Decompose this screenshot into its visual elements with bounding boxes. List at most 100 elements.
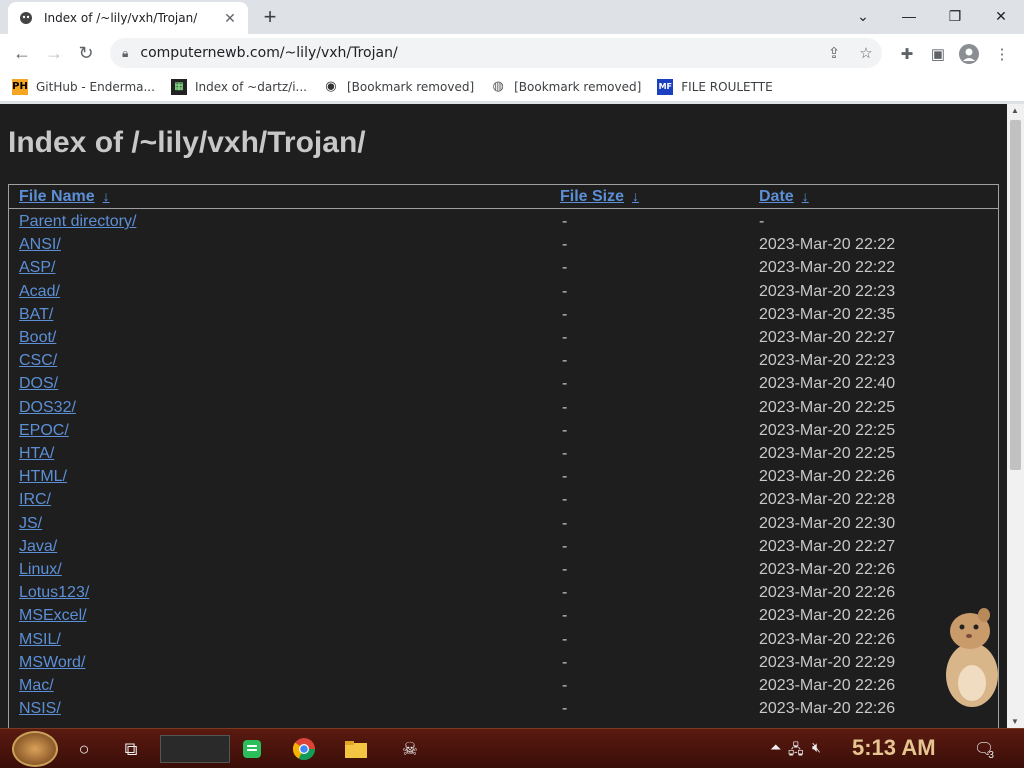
task-view-icon[interactable]: ⧉ [117, 735, 145, 763]
bookmark-item[interactable]: PH GitHub - Enderma... [12, 78, 155, 95]
file-date: 2023-Mar-20 22:28 [759, 491, 896, 509]
taskbar-clock[interactable]: 5:13 AM [852, 735, 936, 761]
column-header-date[interactable]: Date ↓ [759, 188, 809, 206]
new-tab-button[interactable]: + [258, 6, 282, 30]
file-date: 2023-Mar-20 22:26 [759, 630, 896, 648]
reload-button[interactable]: ↻ [72, 39, 100, 67]
column-header-size[interactable]: File Size ↓ [560, 188, 639, 206]
bookmark-item[interactable]: MF FILE ROULETTE [657, 78, 773, 95]
file-name-link[interactable]: EPOC/ [19, 422, 69, 440]
file-name-link[interactable]: MSWord/ [19, 654, 85, 672]
file-name-link[interactable]: CSC/ [19, 352, 57, 370]
table-row: CSC/ - 2023-Mar-20 22:23 [9, 352, 998, 375]
network-icon[interactable]: 🖧︎ [788, 739, 804, 763]
file-name-link[interactable]: ANSI/ [19, 236, 61, 254]
notification-center-icon[interactable]: 🗨︎3 [974, 739, 1000, 761]
share-icon[interactable]: ⇪ [818, 44, 850, 62]
file-date: 2023-Mar-20 22:30 [759, 514, 896, 532]
file-name-link[interactable]: DOS32/ [19, 399, 76, 417]
file-date: 2023-Mar-20 22:23 [759, 282, 896, 300]
file-date: 2023-Mar-20 22:40 [759, 375, 896, 393]
taskbar-search-box[interactable] [160, 735, 230, 763]
bookmark-star-icon[interactable]: ☆ [850, 44, 882, 62]
file-name-link[interactable]: BAT/ [19, 306, 53, 324]
file-name-link[interactable]: Boot/ [19, 329, 56, 347]
bookmark-item[interactable]: ▦ Index of ~dartz/i... [170, 78, 307, 95]
chrome-icon[interactable] [290, 735, 318, 763]
volume-muted-icon[interactable]: 🔇︎ [812, 739, 821, 756]
table-row: Mac/ - 2023-Mar-20 22:26 [9, 677, 998, 700]
file-size: - [562, 398, 568, 416]
bookmark-label: [Bookmark removed] [346, 79, 475, 94]
file-name-link[interactable]: IRC/ [19, 491, 51, 509]
file-date: 2023-Mar-20 22:27 [759, 537, 896, 555]
extensions-icon[interactable]: ✚ [896, 43, 918, 65]
file-name-link[interactable]: HTA/ [19, 445, 54, 463]
hamster-image [946, 608, 998, 707]
file-name-link[interactable]: Lotus123/ [19, 584, 89, 602]
bookmark-item[interactable]: ◍ [Bookmark removed] [490, 79, 641, 95]
cortana-circle-icon[interactable]: ○ [70, 735, 98, 763]
close-window-button[interactable]: ✕ [978, 0, 1024, 32]
table-row: JS/ - 2023-Mar-20 22:30 [9, 515, 998, 538]
file-name-link[interactable]: MSExcel/ [19, 607, 87, 625]
vertical-scrollbar[interactable]: ▲ ▼ [1007, 104, 1024, 728]
back-button[interactable]: ← [8, 39, 36, 67]
file-name-link[interactable]: ASP/ [19, 259, 55, 277]
table-row: EPOC/ - 2023-Mar-20 22:25 [9, 422, 998, 445]
table-row: DOS/ - 2023-Mar-20 22:40 [9, 375, 998, 398]
tab-close-icon[interactable]: ✕ [222, 10, 238, 27]
scroll-down-icon[interactable]: ▼ [1011, 717, 1019, 726]
file-name-link[interactable]: Parent directory/ [19, 213, 136, 231]
scroll-up-icon[interactable]: ▲ [1011, 106, 1019, 115]
file-size: - [562, 352, 568, 370]
column-header-name[interactable]: File Name ↓ [19, 188, 110, 206]
file-date: - [759, 213, 765, 230]
start-button[interactable] [12, 731, 58, 767]
file-name-link[interactable]: JS/ [19, 515, 42, 533]
notes-app-icon[interactable] [238, 735, 266, 763]
table-row: MSWord/ - 2023-Mar-20 22:29 [9, 654, 998, 677]
profile-avatar-icon[interactable] [958, 43, 980, 65]
bookmark-item[interactable]: ◉ [Bookmark removed] [323, 79, 474, 95]
file-name-link[interactable]: Mac/ [19, 677, 54, 695]
file-name-link[interactable]: Java/ [19, 538, 57, 556]
file-name-link[interactable]: NSIS/ [19, 700, 61, 718]
file-name-link[interactable]: MSIL/ [19, 631, 61, 649]
menu-kebab-icon[interactable]: ⋮ [991, 43, 1013, 65]
table-row: ASP/ - 2023-Mar-20 22:22 [9, 259, 998, 282]
file-size: - [562, 468, 568, 486]
file-name-link[interactable]: Linux/ [19, 561, 62, 579]
bookmark-favicon-icon: ◉ [325, 79, 337, 94]
bookmark-label: Index of ~dartz/i... [194, 79, 307, 94]
file-size: - [562, 607, 568, 625]
file-size: - [562, 329, 568, 346]
tab-search-button[interactable]: ⌄ [840, 0, 886, 32]
tray-overflow-icon[interactable]: ⏶ [770, 739, 781, 756]
scroll-thumb[interactable] [1010, 120, 1021, 470]
bookmark-label: FILE ROULETTE [681, 79, 773, 94]
page-title: Index of /~lily/vxh/Trojan/ [8, 126, 366, 159]
table-row: Java/ - 2023-Mar-20 22:27 [9, 538, 998, 561]
table-row: ANSI/ - 2023-Mar-20 22:22 [9, 236, 998, 259]
forward-button[interactable]: → [40, 39, 68, 67]
bookmark-globe-icon: ◍ [492, 79, 504, 94]
file-name-link[interactable]: DOS/ [19, 375, 58, 393]
skull-app-icon[interactable]: ☠ [396, 735, 424, 763]
file-date: 2023-Mar-20 22:22 [759, 236, 896, 254]
file-explorer-icon[interactable] [342, 735, 370, 763]
browser-toolbar: ← → ↻ 🔒︎ computernewb.com/~lily/vxh/Troj… [0, 34, 1024, 72]
file-name-link[interactable]: HTML/ [19, 468, 67, 486]
side-panel-icon[interactable]: ▣ [927, 43, 949, 65]
restore-button[interactable]: ❐ [932, 0, 978, 32]
minimize-button[interactable]: — [886, 0, 932, 32]
file-date: 2023-Mar-20 22:26 [759, 700, 896, 718]
address-bar[interactable]: 🔒︎ computernewb.com/~lily/vxh/Trojan/ ⇪ … [110, 38, 882, 68]
browser-tab[interactable]: Index of /~lily/vxh/Trojan/ ✕ [8, 2, 248, 34]
file-name-link[interactable]: Acad/ [19, 283, 60, 301]
file-size: - [562, 282, 568, 300]
file-date: 2023-Mar-20 22:27 [759, 329, 896, 346]
file-size: - [562, 584, 568, 602]
table-row: IRC/ - 2023-Mar-20 22:28 [9, 491, 998, 514]
tab-title: Index of /~lily/vxh/Trojan/ [44, 11, 198, 25]
